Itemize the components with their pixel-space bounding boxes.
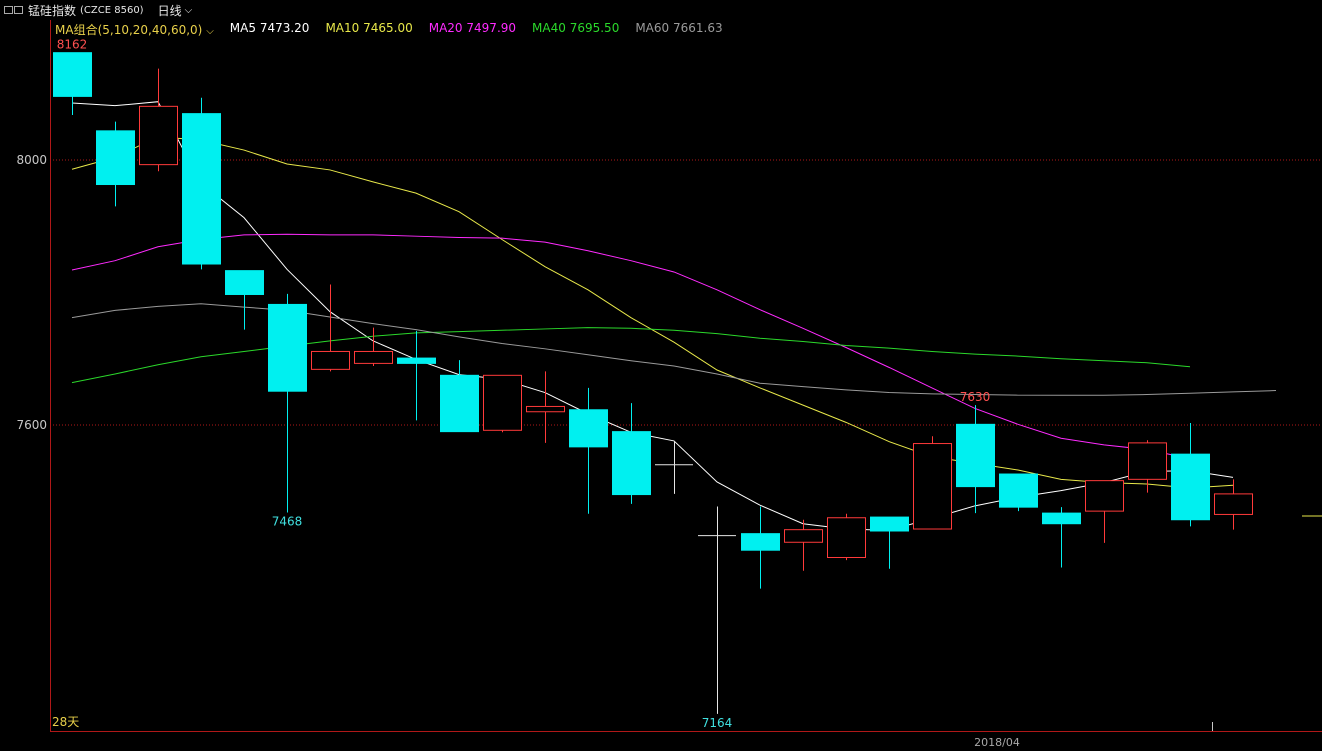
days-label: 28天 [52,715,79,729]
candle-body[interactable] [1214,493,1253,515]
candle-body[interactable] [1171,453,1210,521]
ma-line-ma40 [71,327,1191,384]
candle-body[interactable] [1042,512,1081,525]
candlestick-chart[interactable]: 8000 7600 8162 7468 7164 7630 28天 2018/04 [0,0,1322,751]
candle-body[interactable] [569,409,608,448]
candle-body[interactable] [784,529,823,543]
candle-body[interactable] [96,130,135,186]
candle-body[interactable] [268,303,307,392]
candle-body[interactable] [1128,442,1167,480]
y-tick-label: 8000 [16,153,47,167]
y-tick-label: 7600 [16,418,47,432]
candle-body[interactable] [440,374,479,433]
price-annotation: 7164 [702,716,733,730]
candle-body[interactable] [53,52,92,97]
price-annotation: 7468 [272,514,303,528]
candle-body[interactable] [311,350,350,370]
candle-body[interactable] [612,431,651,496]
candle-body[interactable] [870,516,909,532]
candle-body[interactable] [526,405,565,413]
candle-body[interactable] [913,443,952,530]
candle-body[interactable] [827,517,866,558]
candle-body[interactable] [1085,480,1124,512]
ma-line-ma5 [71,101,1234,531]
ma-line-ma10 [71,136,1234,489]
price-annotation: 7630 [960,390,991,404]
candle-body[interactable] [139,105,178,166]
ma-line-ma60 [71,303,1277,396]
candle-body[interactable] [741,533,780,551]
price-annotation: 8162 [57,38,88,52]
candle-body[interactable] [483,374,522,431]
candle-body[interactable] [182,113,221,265]
candle-body[interactable] [397,357,436,364]
candle-body[interactable] [956,423,995,488]
x-date-label: 2018/04 [974,736,1020,749]
candle-body[interactable] [225,270,264,295]
candle-body[interactable] [999,473,1038,508]
candle-body[interactable] [354,350,393,364]
